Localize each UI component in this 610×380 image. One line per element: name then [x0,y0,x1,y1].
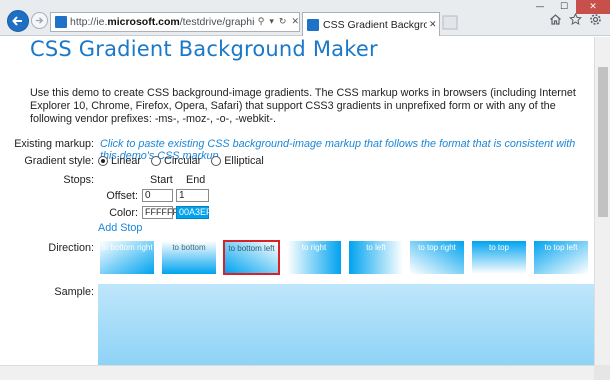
direction-to-bottom-left[interactable]: to bottom left [223,240,280,275]
vertical-scrollbar[interactable] [594,37,610,365]
offset-label: Offset: [106,190,138,202]
address-bar[interactable]: http://ie.microsoft.com/testdrive/graphi… [50,12,300,32]
site-favicon-icon [55,16,67,28]
forward-arrow-icon [35,17,44,24]
back-button[interactable] [7,10,29,32]
radio-circular[interactable]: Circular [151,155,201,167]
forward-button[interactable] [31,12,48,29]
gradient-style-label: Gradient style: [24,155,94,167]
existing-markup-label: Existing markup: [14,138,94,150]
radio-elliptical[interactable]: Elliptical [211,155,264,167]
stops-label: Stops: [63,174,94,186]
radio-elliptical-dot[interactable] [211,156,222,166]
direction-to-bottom-right[interactable]: to bottom right [100,241,154,274]
direction-label: Direction: [48,242,94,254]
close-window-icon[interactable]: ✕ [576,0,610,14]
refresh-icon[interactable]: ↻ [279,17,287,27]
sample-label: Sample: [54,286,94,298]
color-start-input[interactable]: FFFFFF [142,206,178,219]
color-end-input[interactable]: 00A3EF [176,206,212,219]
search-icon[interactable]: ⚲ [258,17,265,27]
tab-close-icon[interactable]: ✕ [429,20,437,30]
gradient-style-group: Linear Circular Elliptical [98,155,264,167]
maximize-icon[interactable]: ☐ [552,0,576,14]
new-tab-icon [442,15,458,30]
direction-to-top-right[interactable]: to top right [410,241,464,274]
new-tab-button[interactable] [442,14,460,32]
gradient-sample-preview [98,284,594,365]
direction-to-top-left[interactable]: to top left [534,241,588,274]
tab-title: CSS Gradient Background... [323,18,427,31]
browser-tab[interactable]: CSS Gradient Background... ✕ [302,12,440,36]
page-title: CSS Gradient Background Maker [30,37,378,61]
direction-to-left[interactable]: to left [349,241,403,274]
direction-to-right[interactable]: to right [287,241,341,274]
browser-toolbar: http://ie.microsoft.com/testdrive/graphi… [0,0,610,36]
url-text[interactable]: http://ie.microsoft.com/testdrive/graphi… [70,16,255,28]
start-column-label: Start [150,174,173,186]
radio-linear-dot[interactable] [98,156,108,166]
direction-to-bottom[interactable]: to bottom [162,241,216,274]
stop-icon[interactable]: ✕ [291,17,299,27]
scrollbar-thumb[interactable] [598,67,608,217]
add-stop-link[interactable]: Add Stop [98,222,142,234]
favorites-star-icon[interactable] [569,12,582,29]
radio-linear[interactable]: Linear [98,155,141,167]
settings-gear-icon[interactable] [589,13,602,29]
color-label: Color: [109,207,138,219]
back-arrow-icon [12,16,22,26]
offset-start-input[interactable]: 0 [142,189,173,202]
page-content: CSS Gradient Background Maker Use this d… [0,37,594,365]
tab-favicon-icon [307,18,319,31]
intro-text: Use this demo to create CSS background-i… [30,87,576,125]
scrollbar-corner [594,365,610,380]
minimize-icon[interactable]: — [528,0,552,14]
radio-circular-dot[interactable] [151,156,162,166]
end-column-label: End [186,174,206,186]
home-icon[interactable] [549,13,562,29]
horizontal-scrollbar[interactable] [0,365,594,380]
dropdown-icon[interactable]: ▾ [269,17,274,27]
direction-to-top[interactable]: to top [472,241,526,274]
offset-end-input[interactable]: 1 [176,189,209,202]
